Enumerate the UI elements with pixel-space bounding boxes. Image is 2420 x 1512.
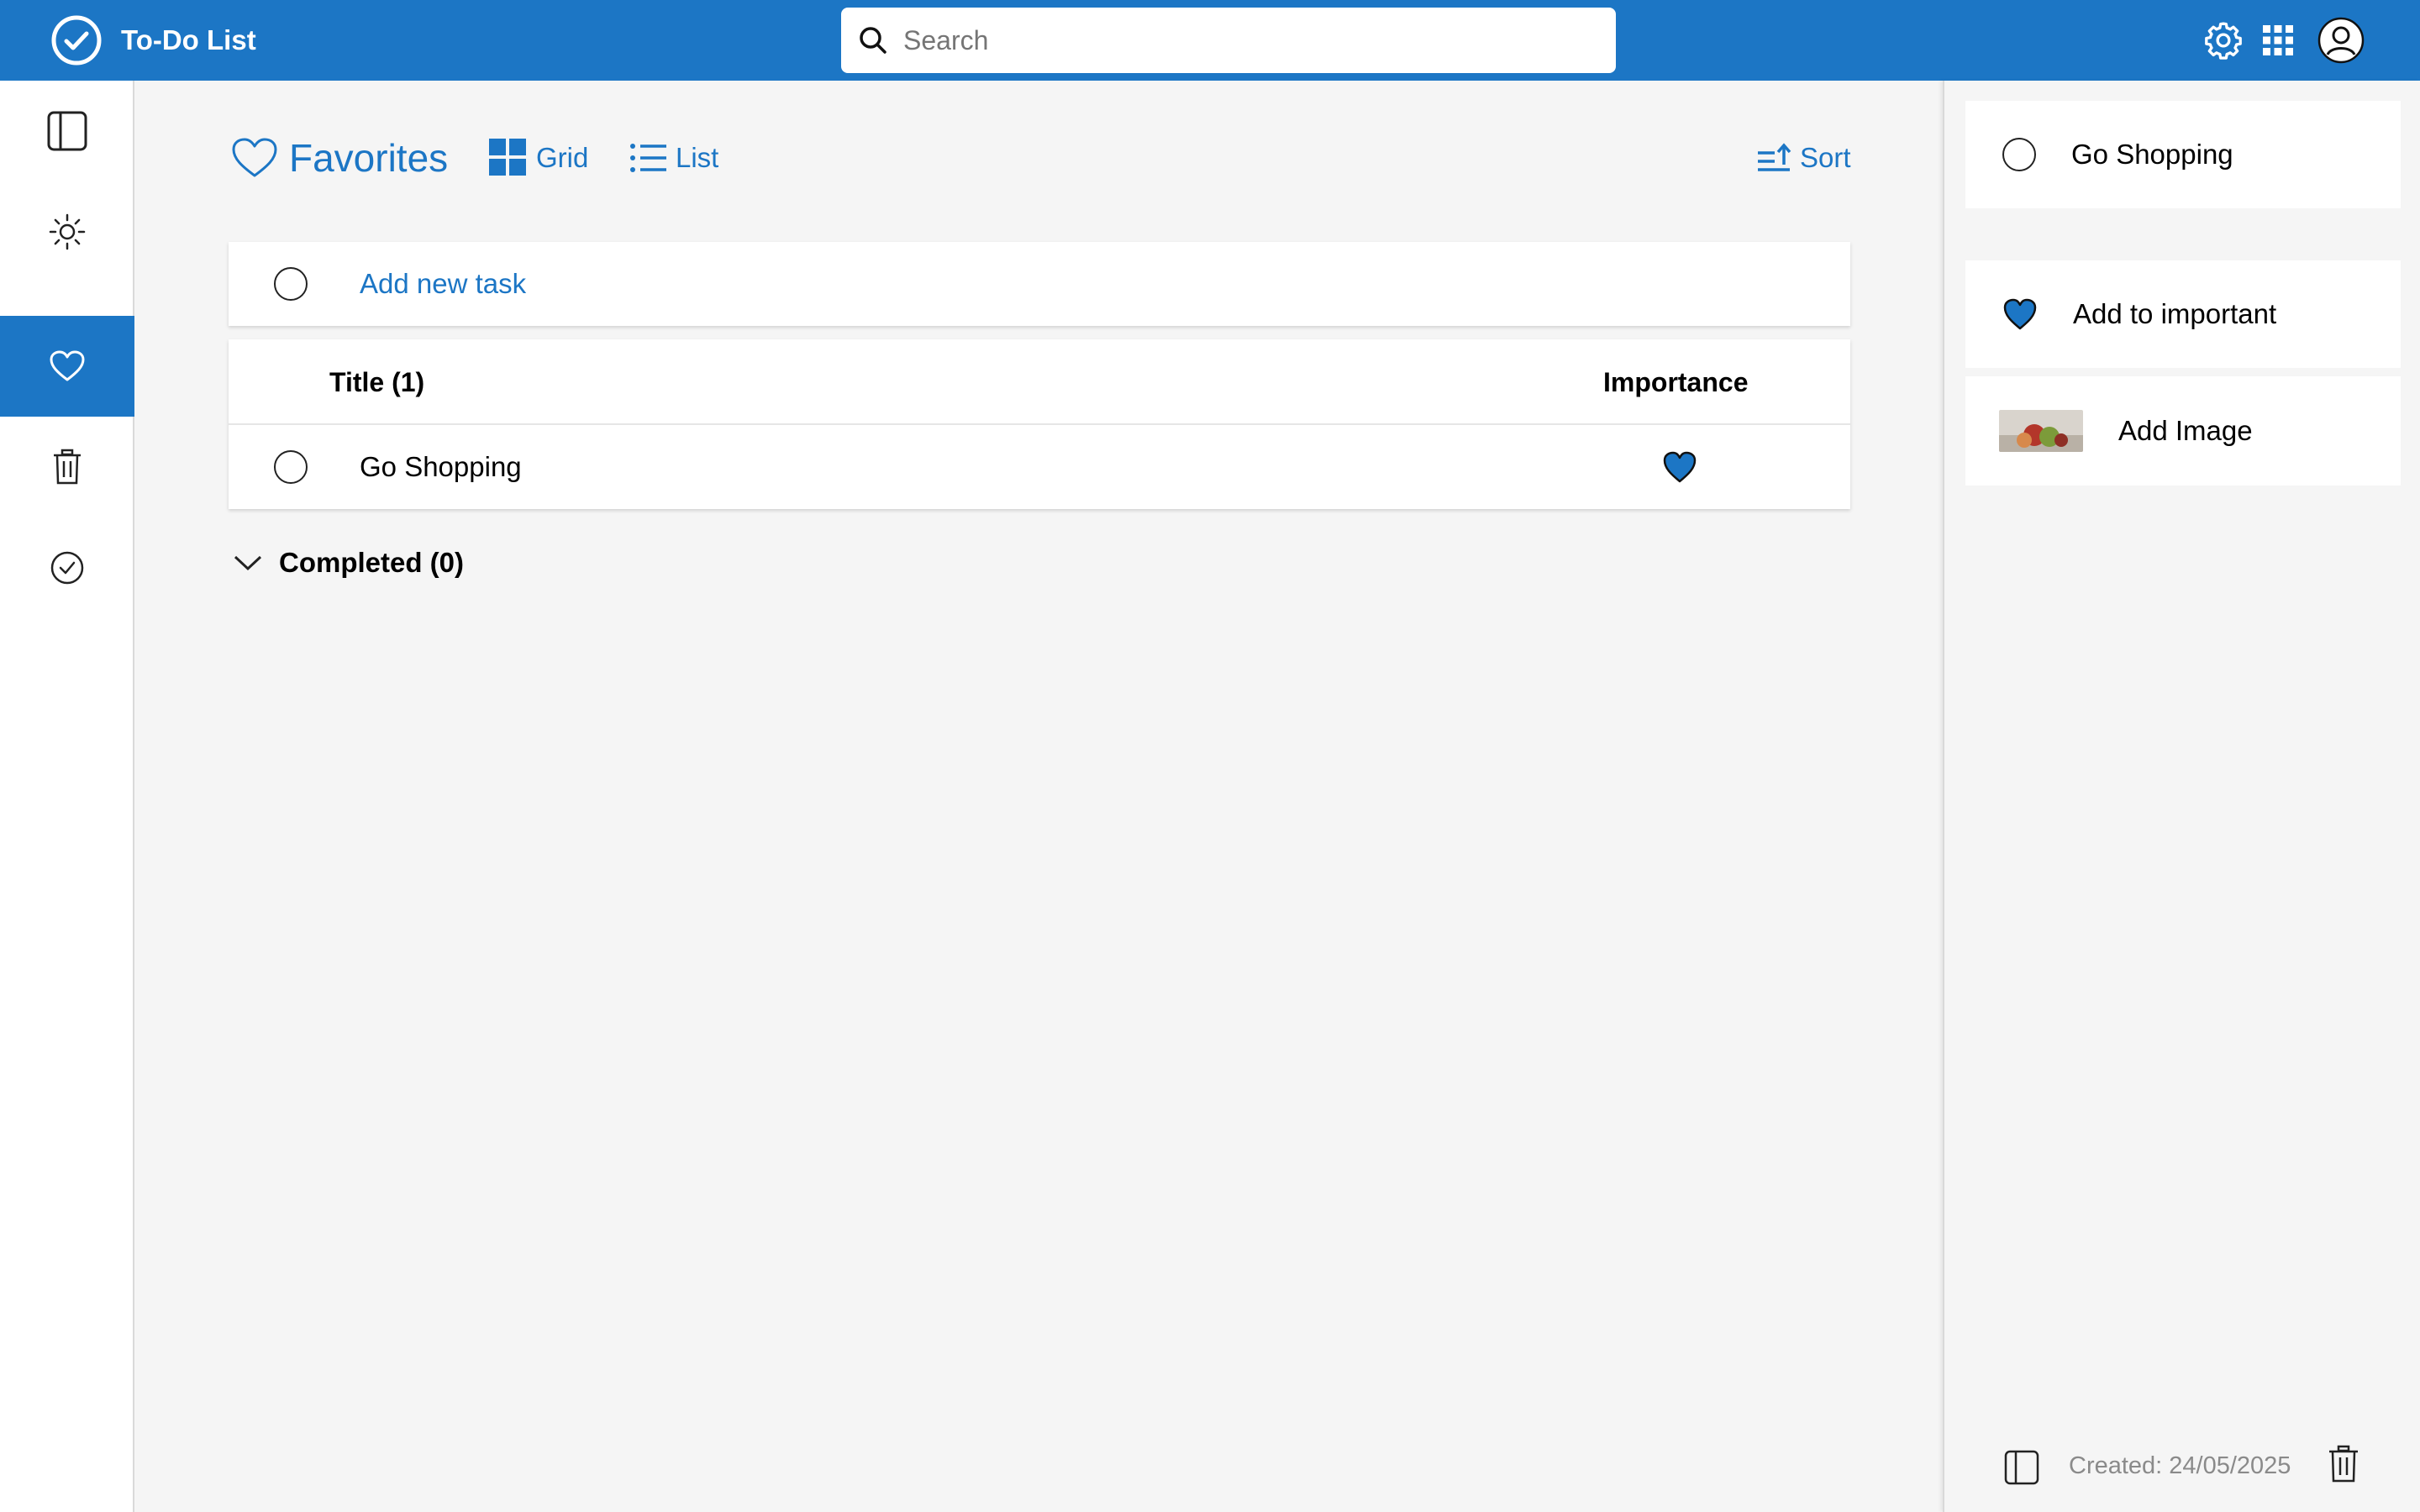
gear-icon <box>2205 22 2242 60</box>
page-title: Favorites <box>289 136 449 180</box>
settings-button[interactable] <box>2200 17 2247 64</box>
task-detail-panel: Go Shopping Add to important Add Image C… <box>1943 81 2420 1512</box>
trash-icon <box>54 449 81 485</box>
add-task-input[interactable]: Add new task <box>360 268 526 300</box>
created-date: Created: 24/05/2025 <box>2069 1452 2291 1479</box>
importance-heart-icon[interactable] <box>1662 450 1697 484</box>
top-bar: To-Do List <box>0 0 2420 81</box>
app-brand[interactable]: To-Do List <box>50 14 256 66</box>
user-avatar-icon <box>2317 17 2365 64</box>
add-image-label: Add Image <box>2118 415 2253 446</box>
sun-icon <box>49 213 86 250</box>
task-title: Go Shopping <box>360 451 522 482</box>
nav-item-favorites[interactable] <box>0 316 134 417</box>
completed-section-toggle[interactable]: Completed (0) <box>234 539 464 586</box>
check-circle-logo-icon <box>51 15 102 66</box>
grid-view-icon <box>489 139 526 176</box>
image-thumbnail <box>1999 410 2083 452</box>
grid-view-label: Grid <box>536 142 589 173</box>
table-header: Title (1) Importance <box>229 339 1850 425</box>
app-title: To-Do List <box>121 24 256 55</box>
account-button[interactable] <box>2317 17 2365 64</box>
check-circle-icon <box>50 551 84 585</box>
list-view-button[interactable]: List <box>630 133 718 183</box>
detail-task-title[interactable]: Go Shopping <box>2071 139 2233 171</box>
add-to-important-button[interactable]: Add to important <box>1965 260 2401 368</box>
completed-label: Completed (0) <box>279 547 465 578</box>
list-view-label: List <box>676 142 719 173</box>
table-row[interactable]: Go Shopping <box>229 425 1850 509</box>
add-to-important-label: Add to important <box>2073 298 2277 329</box>
column-header-importance[interactable]: Importance <box>1603 339 1748 425</box>
sidebar-toggle-button[interactable] <box>0 81 134 181</box>
add-task-row[interactable]: Add new task <box>229 242 1850 326</box>
add-task-circle-icon <box>274 267 308 301</box>
task-table: Title (1) Importance Go Shopping <box>229 339 1850 509</box>
apps-grid-icon <box>2263 25 2293 55</box>
panel-toggle-icon[interactable] <box>2003 1449 2040 1486</box>
search-icon <box>860 27 886 54</box>
grid-view-button[interactable]: Grid <box>489 133 588 183</box>
detail-task-card[interactable]: Go Shopping <box>1965 101 2401 208</box>
search-input[interactable] <box>903 24 1576 56</box>
main-content: Favorites Grid List Sort Add new task Ti… <box>136 81 1943 1512</box>
add-image-button[interactable]: Add Image <box>1965 376 2401 486</box>
left-sidebar <box>0 81 134 1512</box>
page-heading: Favorites <box>230 129 448 186</box>
chevron-down-icon <box>234 555 262 571</box>
sort-label: Sort <box>1800 142 1851 173</box>
column-header-title[interactable]: Title (1) <box>329 339 424 425</box>
task-complete-checkbox[interactable] <box>274 450 308 484</box>
nav-item-completed[interactable] <box>0 517 134 618</box>
heart-filled-icon <box>2003 298 2037 330</box>
panel-icon <box>47 111 87 151</box>
heart-outline-icon <box>232 138 277 177</box>
sort-icon <box>1758 143 1791 171</box>
list-view-icon <box>630 144 666 172</box>
nav-item-my-day[interactable] <box>0 181 134 282</box>
search-box[interactable] <box>841 8 1616 73</box>
heart-icon <box>50 350 85 381</box>
nav-item-trash[interactable] <box>0 417 134 517</box>
apps-button[interactable] <box>2254 17 2302 64</box>
sort-button[interactable]: Sort <box>1756 133 1851 183</box>
detail-footer: Created: 24/05/2025 <box>1944 1420 2420 1512</box>
delete-trash-icon[interactable] <box>2328 1445 2360 1483</box>
detail-complete-checkbox[interactable] <box>2002 138 2036 171</box>
